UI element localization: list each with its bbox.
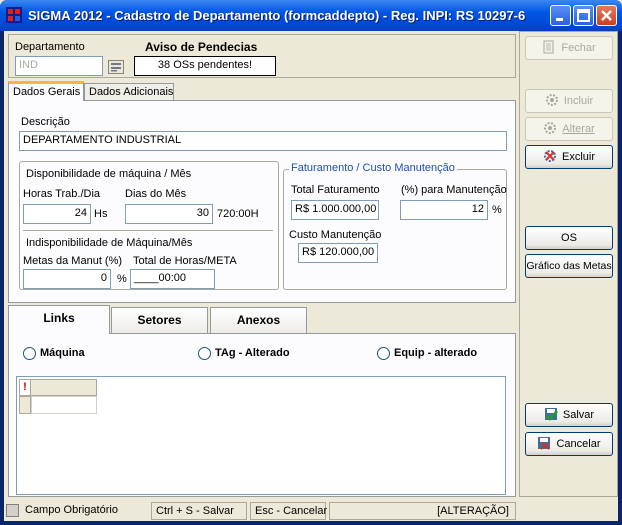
indisponibilidade-title: Indisponibilidade de Máquina/Mês xyxy=(26,237,193,249)
incluir-label: Incluir xyxy=(563,95,594,107)
salvar-label: Salvar xyxy=(562,409,595,421)
minimize-icon xyxy=(556,18,563,21)
horas-trab-input[interactable]: 24 xyxy=(23,204,91,224)
custo-manutencao-input[interactable]: R$ 120.000,00 xyxy=(298,243,378,263)
tab-setores[interactable]: Setores xyxy=(111,307,208,334)
client-area: Departamento IND Aviso de Pendecias 38 O… xyxy=(4,31,618,521)
app-window: SIGMA 2012 - Cadastro de Departamento (f… xyxy=(0,0,622,525)
status-campo-obrigatorio: Campo Obrigatório xyxy=(25,504,118,516)
minimize-button[interactable] xyxy=(550,5,571,26)
incluir-button[interactable]: Incluir xyxy=(525,89,613,113)
metas-unit: % xyxy=(117,273,127,285)
required-flag-icon: ! xyxy=(19,379,31,396)
status-salvar-shortcut: Ctrl + S - Salvar xyxy=(151,502,247,520)
status-cancelar-shortcut: Esc - Cancelar xyxy=(250,502,327,520)
cancelar-button[interactable]: Cancelar xyxy=(525,432,613,456)
pct-manutencao-input[interactable]: 12 xyxy=(400,200,488,220)
close-window-button[interactable] xyxy=(596,5,617,26)
gear-delete-icon xyxy=(543,150,556,162)
header-panel: Departamento IND Aviso de Pendecias 38 O… xyxy=(8,34,516,78)
total-faturamento-input[interactable]: R$ 1.000.000,00 xyxy=(291,200,379,220)
campo-obrigatorio-swatch xyxy=(6,504,19,517)
radio-maquina[interactable] xyxy=(23,347,36,360)
radio-maquina-label: Máquina xyxy=(40,347,85,359)
pct-manutencao-label: (%) para Manutenção xyxy=(401,184,507,196)
fechar-button[interactable]: Fechar xyxy=(525,36,613,60)
status-modo: [ALTERAÇÃO] xyxy=(329,502,516,520)
maximize-icon xyxy=(577,9,590,22)
total-horas-meta-input[interactable]: ____00:00 xyxy=(130,269,215,289)
fechar-label: Fechar xyxy=(561,42,596,54)
cancel-icon xyxy=(538,437,551,450)
horas-unit: Hs xyxy=(94,208,108,220)
cancelar-label: Cancelar xyxy=(556,438,601,450)
faturamento-title: Faturamento / Custo Manutenção xyxy=(289,162,457,174)
excluir-label: Excluir xyxy=(561,151,595,163)
gear-edit-icon xyxy=(544,122,557,134)
radio-equip-label: Equip - alterado xyxy=(394,347,478,359)
os-label: OS xyxy=(561,232,577,244)
window-title: SIGMA 2012 - Cadastro de Departamento (f… xyxy=(28,8,526,23)
os-button[interactable]: OS xyxy=(525,226,613,250)
tab-dados-gerais[interactable]: Dados Gerais xyxy=(8,81,84,101)
total-faturamento-label: Total Faturamento xyxy=(291,184,380,196)
links-grid[interactable]: ! xyxy=(16,376,506,495)
links-panel: Máquina TAg - Alterado Equip - alterado … xyxy=(8,333,516,497)
total-horas-meta-label: Total de Horas/META xyxy=(133,255,237,267)
maximize-button[interactable] xyxy=(573,5,594,26)
sigma-app-icon xyxy=(6,7,22,23)
departamento-input[interactable]: IND xyxy=(15,56,103,76)
aviso-label: Aviso de Pendecias xyxy=(145,40,258,54)
grid-cell[interactable] xyxy=(31,396,97,414)
grid-row-indicator xyxy=(19,396,31,414)
metas-manut-label: Metas da Manut (%) xyxy=(23,255,123,267)
door-exit-icon xyxy=(543,40,554,54)
dias-mes-input[interactable]: 30 xyxy=(125,204,213,224)
radio-equip[interactable] xyxy=(377,347,390,360)
salvar-button[interactable]: Salvar xyxy=(525,403,613,427)
metas-manut-input[interactable]: 0 xyxy=(23,269,111,289)
radio-tag[interactable] xyxy=(198,347,211,360)
divider xyxy=(23,230,273,231)
status-bar: Campo Obrigatório Ctrl + S - Salvar Esc … xyxy=(4,500,618,521)
excluir-button[interactable]: Excluir xyxy=(525,145,613,169)
departamento-lookup-icon[interactable] xyxy=(108,60,124,74)
grafico-metas-label: Gráfico das Metas xyxy=(526,260,612,272)
tab-anexos[interactable]: Anexos xyxy=(210,307,307,334)
radio-tag-label: TAg - Alterado xyxy=(215,347,290,359)
pct-unit: % xyxy=(492,204,502,216)
title-bar[interactable]: SIGMA 2012 - Cadastro de Departamento (f… xyxy=(0,0,622,31)
dias-mes-label: Dias do Mês xyxy=(125,188,187,200)
close-icon xyxy=(601,10,612,21)
tab-links[interactable]: Links xyxy=(8,305,110,334)
gear-add-icon xyxy=(545,94,558,106)
sidebar-panel: Fechar Incluir Alterar Excluir OS Gráfic… xyxy=(519,31,618,497)
faturamento-group: Faturamento / Custo Manutenção Total Fat… xyxy=(283,162,507,290)
dias-total-horas: 720:00H xyxy=(217,208,259,220)
save-check-icon xyxy=(544,408,558,421)
tab-dados-adicionais[interactable]: Dados Adicionais xyxy=(84,83,174,101)
departamento-label: Departamento xyxy=(15,41,85,53)
aviso-pendencias-field: 38 OSs pendentes! xyxy=(134,56,276,76)
disponibilidade-title: Disponibilidade de máquina / Mês xyxy=(26,168,192,180)
descricao-input[interactable]: DEPARTAMENTO INDUSTRIAL xyxy=(19,131,507,151)
alterar-label: Alterar xyxy=(562,123,595,135)
alterar-button[interactable]: Alterar xyxy=(525,117,613,141)
descricao-label: Descrição xyxy=(21,116,70,128)
custo-manutencao-label: Custo Manutenção xyxy=(289,229,382,241)
dados-gerais-panel: Descrição DEPARTAMENTO INDUSTRIAL Dispon… xyxy=(8,100,516,303)
disponibilidade-group: Disponibilidade de máquina / Mês Horas T… xyxy=(19,161,279,290)
grafico-metas-button[interactable]: Gráfico das Metas xyxy=(525,254,613,278)
horas-trab-label: Horas Trab./Dia xyxy=(23,188,101,200)
